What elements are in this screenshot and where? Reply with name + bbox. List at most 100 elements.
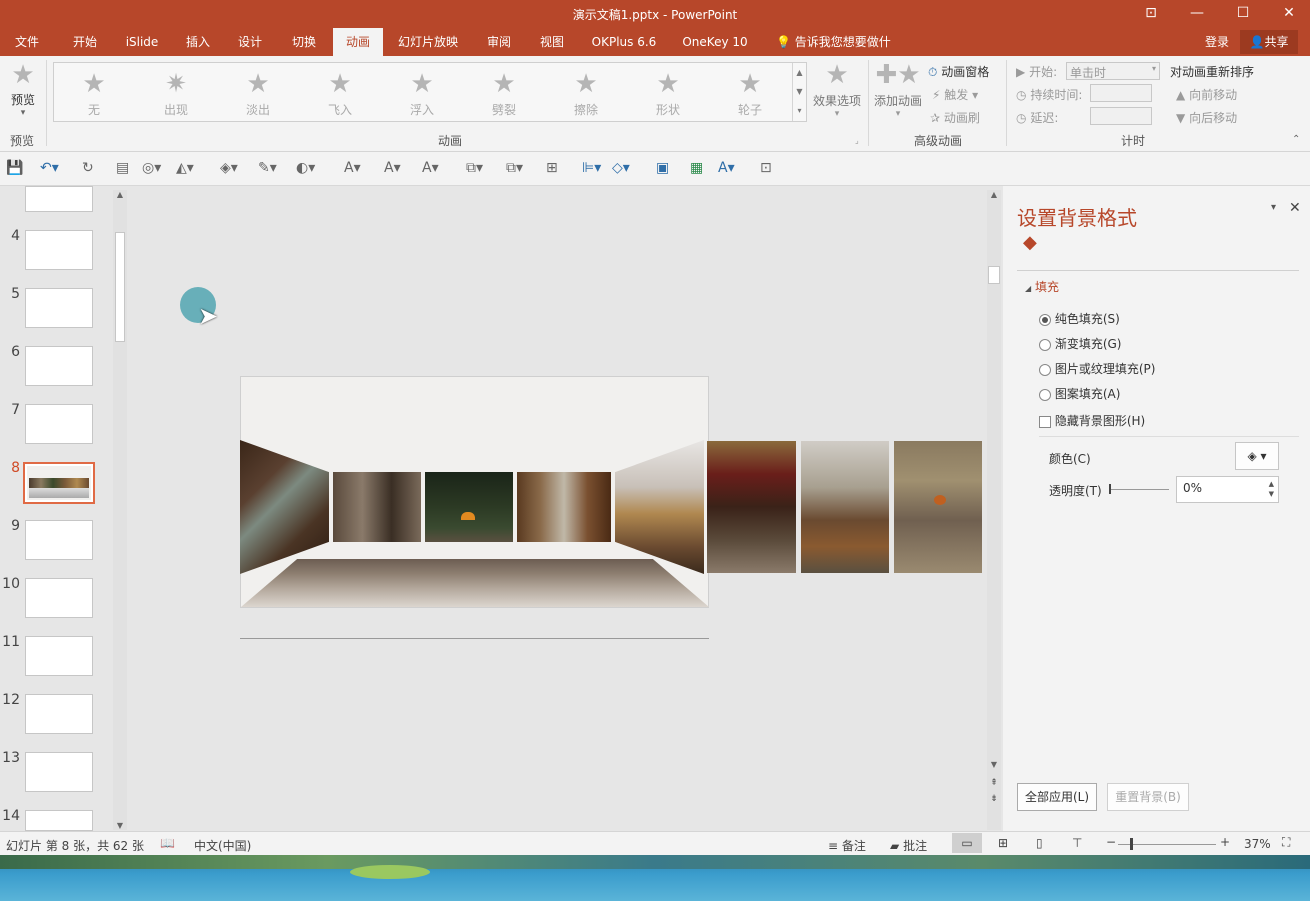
slide-thumbnail[interactable]	[25, 230, 93, 270]
slideshow-icon[interactable]: ⊤	[1072, 836, 1082, 850]
anim-fade[interactable]: ★ 淡出	[228, 71, 288, 118]
slide-thumbnail[interactable]	[25, 578, 93, 618]
photo-autumn-castle[interactable]	[517, 472, 611, 542]
photo-boots-backpack[interactable]	[801, 441, 889, 573]
anim-wheel[interactable]: ★ 轮子	[720, 71, 780, 118]
group-icon[interactable]: ⧉▾	[466, 160, 483, 176]
tab-slideshow[interactable]: 幻灯片放映	[392, 28, 464, 56]
tab-onekey[interactable]: OneKey 10	[678, 28, 752, 56]
close-button[interactable]: ✕	[1266, 0, 1310, 28]
move-later-button[interactable]: ▼ 向后移动	[1176, 109, 1237, 126]
slide-thumbnail[interactable]	[25, 288, 93, 328]
outline-icon[interactable]: ✎▾	[258, 160, 277, 176]
photo-person-reading[interactable]	[333, 472, 421, 542]
slide-thumbnail[interactable]	[25, 636, 93, 676]
redo-icon[interactable]: ↻	[82, 160, 94, 176]
normal-view-icon[interactable]: ▭	[952, 833, 982, 853]
reading-view-icon[interactable]: ▯	[1036, 836, 1043, 850]
tab-transitions[interactable]: 切换	[282, 28, 326, 56]
screenshot-icon[interactable]: ▣	[656, 160, 669, 176]
animation-pane-button[interactable]: ⏱ 动画窗格	[928, 63, 989, 80]
anim-shape[interactable]: ★ 形状	[638, 71, 698, 118]
photo-cafe-storefront[interactable]	[707, 441, 796, 573]
animation-painter-button[interactable]: ✰ 动画刷	[930, 109, 980, 126]
merge-shapes-icon[interactable]: ◇▾	[612, 160, 630, 176]
anim-fly-in[interactable]: ★ 飞入	[310, 71, 370, 118]
picture-fill-option[interactable]: 图片或纹理填充(P)	[1039, 360, 1155, 377]
collapse-ribbon-icon[interactable]: ⌃	[1292, 134, 1300, 145]
tab-insert[interactable]: 插入	[178, 28, 218, 56]
notes-button[interactable]: ≡ 备注	[828, 837, 866, 854]
spellcheck-icon[interactable]: 📖	[160, 836, 175, 850]
wordart-icon[interactable]: A▾	[718, 160, 735, 176]
tab-animations[interactable]: 动画	[333, 28, 383, 56]
dialog-launcher-icon[interactable]: ⌟	[855, 136, 859, 145]
duration-input[interactable]	[1090, 84, 1152, 102]
slide-thumbnail[interactable]	[25, 694, 93, 734]
transparency-slider[interactable]	[1109, 489, 1169, 490]
save-icon[interactable]: 💾	[6, 160, 23, 176]
previous-slide-icon[interactable]: ⇞	[987, 778, 1001, 788]
text-outline-icon[interactable]: A▾	[384, 160, 401, 176]
text-effects-icon[interactable]: A▾	[422, 160, 439, 176]
tell-me-box[interactable]: 💡 告诉我您想要做什么...	[774, 28, 914, 77]
slide-thumbnail[interactable]	[25, 404, 93, 444]
move-earlier-button[interactable]: ▲ 向前移动	[1176, 86, 1237, 103]
pattern-fill-option[interactable]: 图案填充(A)	[1039, 385, 1120, 402]
anim-float-in[interactable]: ★ 浮入	[392, 71, 452, 118]
ribbon-display-button[interactable]: ⊡	[1128, 0, 1174, 28]
thumbnail-scrollbar[interactable]: ▲ ▼	[113, 190, 127, 830]
delay-input[interactable]	[1090, 107, 1152, 125]
solid-fill-option[interactable]: 纯色填充(S)	[1039, 310, 1120, 327]
anim-wipe[interactable]: ★ 擦除	[556, 71, 616, 118]
shapes-icon[interactable]: ◎▾	[142, 160, 161, 176]
scroll-up-icon[interactable]: ▲	[113, 190, 127, 199]
hide-background-checkbox[interactable]: 隐藏背景图形(H)	[1039, 412, 1145, 429]
present-icon[interactable]: ⊡	[760, 160, 772, 176]
zoom-in-icon[interactable]: +	[1220, 835, 1230, 849]
next-slide-icon[interactable]: ⇟	[987, 794, 1001, 804]
zoom-level[interactable]: 37%	[1244, 837, 1271, 851]
zoom-out-icon[interactable]: −	[1106, 835, 1116, 849]
undo-icon[interactable]: ↶▾	[40, 160, 59, 176]
slide-thumbnail[interactable]	[25, 752, 93, 792]
preview-button[interactable]: ★ 预览 ▾	[6, 62, 40, 118]
align-icon[interactable]: ⊫▾	[582, 160, 601, 176]
arrange-icon[interactable]: ◭▾	[176, 160, 194, 176]
fill-icon[interactable]: ◈▾	[220, 160, 238, 176]
fit-to-window-icon[interactable]: ⛶	[1282, 835, 1290, 850]
font-color-icon[interactable]: A▾	[344, 160, 361, 176]
anim-none[interactable]: ★ 无	[64, 71, 124, 118]
anim-appear[interactable]: ✷ 出现	[146, 71, 206, 118]
sign-in-link[interactable]: 登录	[1198, 28, 1236, 56]
select-icon[interactable]: ⊞	[546, 160, 558, 176]
scroll-down-icon[interactable]: ▼	[113, 821, 127, 830]
scroll-up-icon[interactable]: ▲	[987, 190, 1001, 199]
canvas-scrollbar[interactable]: ▲ ▼ ⇞ ⇟	[987, 190, 1001, 830]
tab-home[interactable]: 开始	[64, 28, 106, 56]
slide-sorter-icon[interactable]: ⊞	[998, 836, 1008, 850]
share-button[interactable]: 👤共享	[1240, 30, 1298, 54]
ungroup-icon[interactable]: ⧉▾	[506, 160, 523, 176]
slide-thumbnail[interactable]	[25, 520, 93, 560]
slide-thumbnail-current[interactable]	[23, 462, 95, 504]
tab-okplus[interactable]: OKPlus 6.6	[588, 28, 660, 56]
transparency-slider-thumb[interactable]	[1109, 484, 1111, 494]
spinner-icon[interactable]: ▲ ▼	[1269, 479, 1274, 499]
language-indicator[interactable]: 中文(中国)	[194, 837, 251, 854]
zoom-slider-thumb[interactable]	[1130, 838, 1133, 850]
tab-file[interactable]: 文件	[8, 28, 46, 56]
color-picker-button[interactable]: ◈ ▾	[1235, 442, 1279, 470]
effects-icon[interactable]: ◐▾	[296, 160, 315, 176]
tab-view[interactable]: 视图	[532, 28, 572, 56]
photo-bicycle[interactable]	[894, 441, 982, 573]
photo-forest-tent[interactable]	[425, 472, 513, 542]
gradient-fill-option[interactable]: 渐变填充(G)	[1039, 335, 1122, 352]
transparency-input[interactable]: 0% ▲ ▼	[1176, 476, 1279, 503]
gallery-scroll[interactable]: ▲ ▼ ▾	[792, 63, 806, 121]
slide-thumbnail[interactable]	[25, 810, 93, 831]
scrollbar-thumb[interactable]	[988, 266, 1000, 284]
start-dropdown[interactable]: 单击时 ▾	[1066, 62, 1160, 80]
pane-options-icon[interactable]: ▾	[1271, 202, 1276, 213]
scrollbar-thumb[interactable]	[115, 232, 125, 342]
